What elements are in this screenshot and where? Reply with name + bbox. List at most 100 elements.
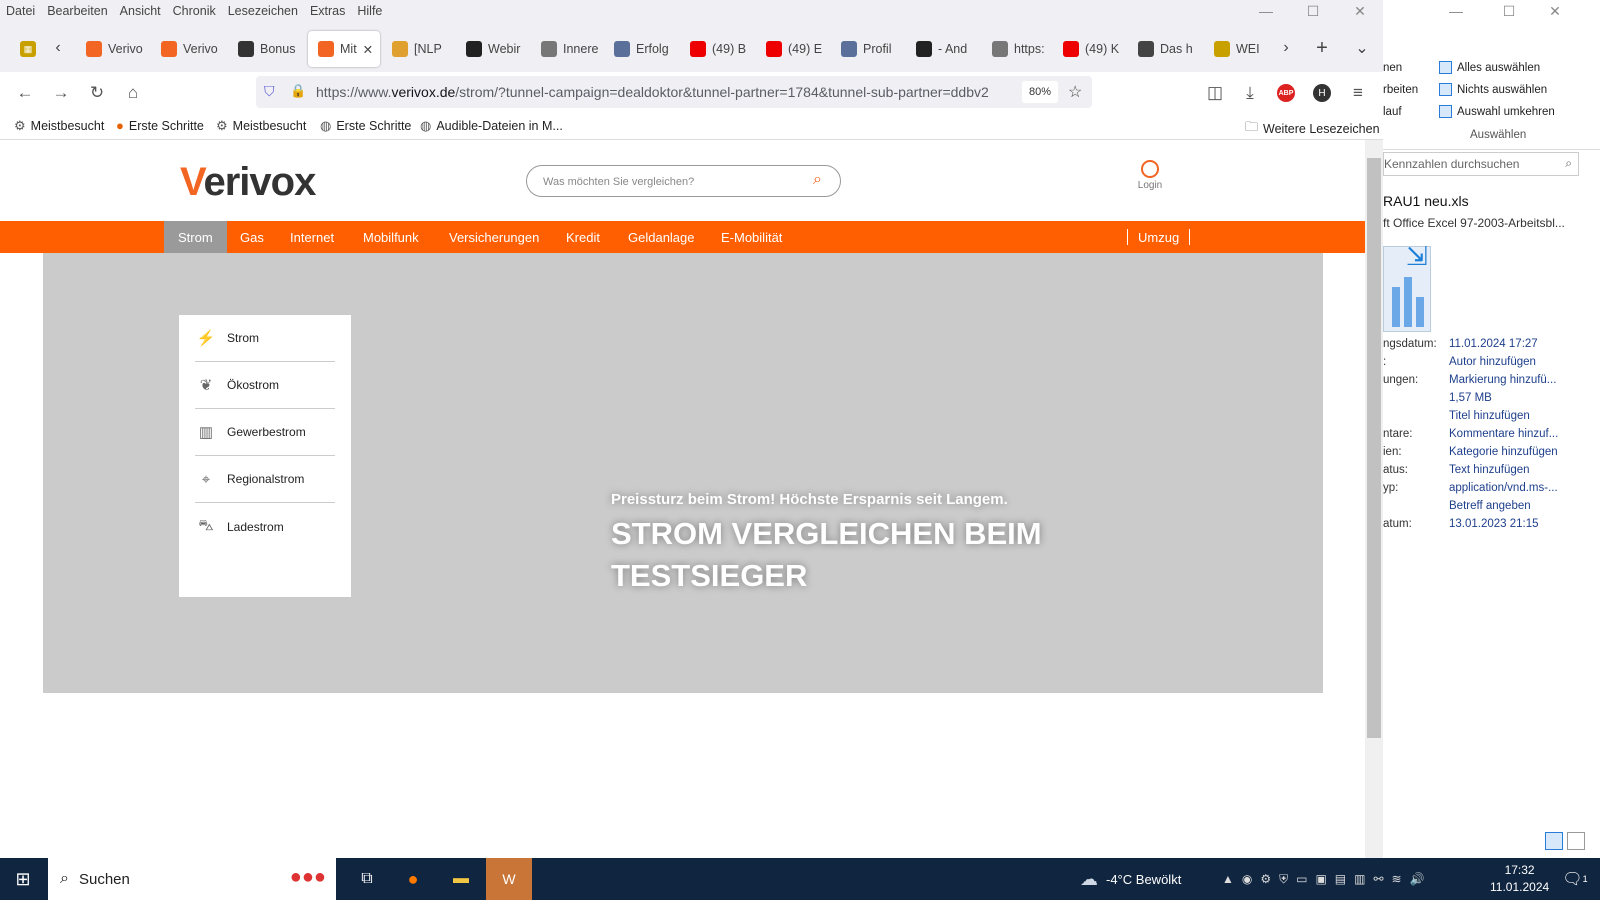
property-value[interactable]: Titel hinzufügen [1449,410,1530,422]
nav-internet[interactable]: Internet [290,221,334,253]
tab-pinned[interactable]: ▦ [10,31,36,67]
nav-strom[interactable]: Strom [164,221,227,253]
nav-gas[interactable]: Gas [240,221,264,253]
file-explorer-icon[interactable]: ▬ [438,858,484,900]
login-button[interactable]: Login [1134,160,1166,191]
property-value[interactable]: 1,57 MB [1449,392,1492,404]
tab-scroll-left-icon[interactable]: ‹ [46,36,70,60]
hamburger-menu-icon[interactable]: ≡ [1345,80,1371,106]
nav-geldanlage[interactable]: Geldanlage [628,221,695,253]
tab-1[interactable]: Verivo [151,31,221,67]
tab-11[interactable]: - And [906,31,976,67]
side-item-regionalstrom[interactable]: ⌖ Regionalstrom [195,456,335,503]
lock-icon[interactable]: 🔒 [290,83,306,99]
tab-9[interactable]: (49) E [756,31,826,67]
tab-10[interactable]: Profil [831,31,901,67]
bookmark-meistbesucht[interactable]: ⚙ Meistbesucht [14,118,104,134]
menu-bearbeiten[interactable]: Bearbeiten [47,4,107,18]
tab-2[interactable]: Bonus [228,31,298,67]
task-view-icon[interactable]: ⧉ [344,858,390,900]
download-icon[interactable]: ⤓ [1237,80,1263,106]
star-icon[interactable]: ☆ [1068,82,1082,102]
home-icon[interactable]: ⌂ [120,80,146,106]
pocket-icon[interactable]: ◫ [1202,80,1228,106]
details-view-icon[interactable] [1545,832,1563,850]
forward-icon[interactable]: → [48,80,74,106]
nav-e-mobilitaet[interactable]: E-Mobilität [721,221,782,253]
ribbon-left-3[interactable]: lauf [1383,106,1402,118]
word-icon[interactable]: W [486,858,532,900]
firefox-taskbar-icon[interactable]: ● [390,858,436,900]
side-item-oekostrom[interactable]: ❦ Ökostrom [195,362,335,409]
minimize-icon[interactable]: — [1243,0,1289,22]
property-value[interactable]: 11.01.2024 17:27 [1449,338,1538,350]
explorer-minimize-icon[interactable]: — [1433,0,1479,22]
tab-list-icon[interactable]: ⌄ [1350,36,1374,60]
new-tab-icon[interactable]: + [1310,36,1334,60]
select-none-button[interactable]: Nichts auswählen [1439,83,1547,96]
property-value[interactable]: Markierung hinzufü... [1449,374,1556,386]
property-value[interactable]: application/vnd.ms-... [1449,482,1558,494]
search-icon[interactable]: ⌕ [813,171,822,189]
invert-selection-button[interactable]: Auswahl umkehren [1439,105,1555,118]
tiles-view-icon[interactable] [1567,832,1585,850]
side-item-strom[interactable]: ⚡ Strom [195,315,335,362]
tab-14[interactable]: Das h [1128,31,1198,67]
verivox-logo[interactable]: Verivox [180,160,316,205]
tab-4[interactable]: [NLP [382,31,450,67]
maximize-icon[interactable]: ☐ [1290,0,1336,22]
tab-5[interactable]: Webir [456,31,524,67]
tab-12[interactable]: https: [982,31,1048,67]
adblock-icon[interactable]: ABP [1273,80,1299,106]
explorer-maximize-icon[interactable]: ☐ [1486,0,1532,22]
bookmark-erste-schritte-2[interactable]: ◍ Erste Schritte [320,118,411,134]
url-text[interactable]: https://www.verivox.de/strom/?tunnel-cam… [316,84,1006,100]
nav-umzug[interactable]: Umzug [1127,229,1191,245]
side-item-gewerbestrom[interactable]: ▥ Gewerbestrom [195,409,335,456]
explorer-close-icon[interactable]: ✕ [1535,0,1575,22]
property-value[interactable]: Text hinzufügen [1449,464,1530,476]
bookmark-other[interactable]: 🗀 Weitere Lesezeichen [1245,118,1380,140]
profile-icon[interactable]: H [1309,80,1335,106]
bookmark-audible[interactable]: ◍ Audible-Dateien in M... [420,118,563,134]
scrollbar-thumb[interactable] [1367,158,1381,738]
menu-datei[interactable]: Datei [6,4,35,18]
weather-widget[interactable]: ☁ -4°C Bewölkt [1080,858,1181,900]
site-search-input[interactable]: Was möchten Sie vergleichen? ⌕ [526,165,841,197]
property-value[interactable]: 13.01.2023 21:15 [1449,518,1539,530]
url-bar[interactable]: ⛉ 🔒 https://www.verivox.de/strom/?tunnel… [256,76,1092,108]
tab-8[interactable]: (49) B [680,31,750,67]
side-item-ladestrom[interactable]: ⛍ Ladestrom [195,503,335,550]
tab-6[interactable]: Innere [531,31,599,67]
bookmark-meistbesucht-2[interactable]: ⚙ Meistbesucht [216,118,306,134]
ribbon-left-2[interactable]: rbeiten [1383,84,1418,96]
select-all-button[interactable]: Alles auswählen [1439,61,1540,74]
shield-icon[interactable]: ⛉ [264,83,275,100]
property-value[interactable]: Betreff angeben [1449,500,1531,512]
menu-chronik[interactable]: Chronik [173,4,216,18]
menu-extras[interactable]: Extras [310,4,345,18]
reload-icon[interactable]: ↻ [84,80,110,106]
bookmark-erste-schritte[interactable]: ● Erste Schritte [116,118,204,133]
zoom-level[interactable]: 80% [1022,81,1058,103]
menu-ansicht[interactable]: Ansicht [120,4,161,18]
tab-close-icon[interactable]: ✕ [363,42,373,57]
tab-15[interactable]: WEI [1204,31,1264,67]
page-scrollbar[interactable] [1365,140,1383,858]
ribbon-left-1[interactable]: nen [1383,62,1402,74]
clock[interactable]: 17:32 11.01.2024 [1490,858,1549,900]
back-icon[interactable]: ← [12,80,38,106]
tab-7[interactable]: Erfolg [604,31,674,67]
property-value[interactable]: Autor hinzufügen [1449,356,1536,368]
notification-icon[interactable]: 🗨 1 [1552,858,1598,900]
tab-13[interactable]: (49) K [1053,31,1123,67]
nav-kredit[interactable]: Kredit [566,221,600,253]
explorer-search-input[interactable]: Kennzahlen durchsuchen ⌕ [1383,152,1579,176]
nav-versicherungen[interactable]: Versicherungen [449,221,539,253]
start-icon[interactable]: ⊞ [0,858,46,900]
menu-hilfe[interactable]: Hilfe [357,4,382,18]
tab-0[interactable]: Verivo [76,31,144,67]
tab-scroll-right-icon[interactable]: › [1274,36,1298,60]
property-value[interactable]: Kategorie hinzufügen [1449,446,1558,458]
nav-mobilfunk[interactable]: Mobilfunk [363,221,419,253]
